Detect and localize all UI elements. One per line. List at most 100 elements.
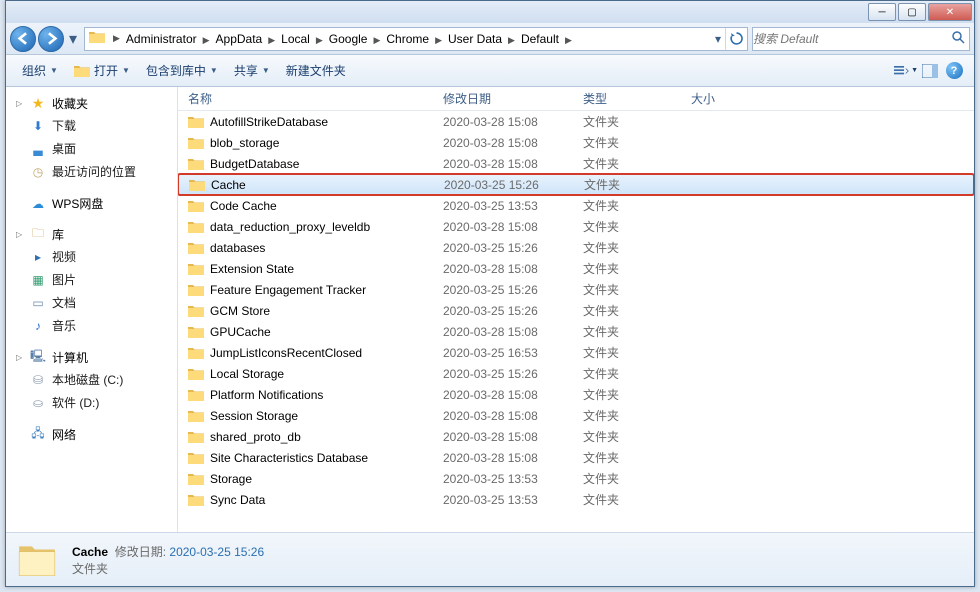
file-name: JumpListIconsRecentClosed	[210, 346, 362, 360]
sidebar-libraries[interactable]: ▷🗀库	[6, 224, 177, 245]
list-item[interactable]: blob_storage2020-03-28 15:08文件夹	[178, 132, 974, 153]
refresh-button[interactable]	[725, 28, 747, 50]
list-item[interactable]: Feature Engagement Tracker2020-03-25 15:…	[178, 279, 974, 300]
open-icon	[74, 63, 90, 79]
sidebar-item-documents[interactable]: ▭文档	[6, 291, 177, 314]
sidebar-item-recent[interactable]: ◷最近访问的位置	[6, 160, 177, 183]
view-options-button[interactable]: ▼	[894, 59, 918, 83]
list-item[interactable]: Storage2020-03-25 13:53文件夹	[178, 468, 974, 489]
address-dropdown[interactable]: ▾	[711, 29, 725, 49]
share-button[interactable]: 共享 ▼	[226, 58, 278, 83]
folder-icon	[188, 388, 204, 402]
list-item[interactable]: AutofillStrikeDatabase2020-03-28 15:08文件…	[178, 111, 974, 132]
history-dropdown[interactable]: ▾	[66, 29, 80, 49]
include-in-library-button[interactable]: 包含到库中 ▼	[138, 58, 226, 83]
video-icon: ▸	[30, 249, 46, 265]
list-item[interactable]: Extension State2020-03-28 15:08文件夹	[178, 258, 974, 279]
forward-button[interactable]	[38, 26, 64, 52]
file-name: blob_storage	[210, 136, 279, 150]
preview-pane-button[interactable]	[918, 59, 942, 83]
file-list[interactable]: AutofillStrikeDatabase2020-03-28 15:08文件…	[178, 111, 974, 532]
breadcrumb-item[interactable]: Google	[325, 32, 372, 46]
help-button[interactable]: ?	[942, 59, 966, 83]
new-folder-button[interactable]: 新建文件夹	[278, 58, 354, 83]
chevron-right-icon[interactable]: ▶	[371, 35, 382, 45]
file-type: 文件夹	[573, 197, 681, 214]
folder-icon	[188, 430, 204, 444]
list-item[interactable]: GPUCache 2020-03-28 15:08文件夹	[178, 321, 974, 342]
folder-icon	[188, 136, 204, 150]
file-type: 文件夹	[573, 218, 681, 235]
breadcrumb-item[interactable]: AppData	[212, 32, 267, 46]
chevron-right-icon[interactable]: ▶	[111, 33, 122, 44]
sidebar-item-downloads[interactable]: ⬇下载	[6, 114, 177, 137]
list-item[interactable]: Site Characteristics Database2020-03-28 …	[178, 447, 974, 468]
sidebar-item-desktop[interactable]: ▃桌面	[6, 137, 177, 160]
breadcrumb-item[interactable]: Administrator	[122, 32, 201, 46]
sidebar-favorites[interactable]: ▷★收藏夹	[6, 93, 177, 114]
list-item[interactable]: Session Storage2020-03-28 15:08文件夹	[178, 405, 974, 426]
back-button[interactable]	[10, 26, 36, 52]
list-item[interactable]: Cache2020-03-25 15:26文件夹	[178, 174, 974, 195]
sidebar-item-disk-c[interactable]: ⛁本地磁盘 (C:)	[6, 368, 177, 391]
music-icon: ♪	[30, 318, 46, 334]
search-box[interactable]	[752, 27, 970, 51]
sidebar-item-pictures[interactable]: ▦图片	[6, 268, 177, 291]
column-type[interactable]: 类型	[573, 90, 681, 107]
list-item[interactable]: data_reduction_proxy_leveldb2020-03-28 1…	[178, 216, 974, 237]
file-date: 2020-03-28 15:08	[433, 430, 573, 444]
list-item[interactable]: Local Storage2020-03-25 15:26文件夹	[178, 363, 974, 384]
folder-icon	[188, 283, 204, 297]
title-bar: ─ ▢ ✕	[6, 1, 974, 23]
folder-icon	[189, 178, 205, 192]
list-item[interactable]: shared_proto_db2020-03-28 15:08文件夹	[178, 426, 974, 447]
sidebar-wps[interactable]: ☁WPS网盘	[6, 193, 177, 214]
chevron-right-icon[interactable]: ▶	[266, 35, 277, 45]
minimize-button[interactable]: ─	[868, 3, 896, 21]
breadcrumb-item[interactable]: Default	[517, 32, 563, 46]
sidebar-computer[interactable]: ▷🖳计算机	[6, 347, 177, 368]
open-button[interactable]: 打开 ▼	[66, 58, 138, 83]
help-icon: ?	[946, 62, 963, 79]
chevron-right-icon[interactable]: ▶	[314, 35, 325, 45]
desktop-icon: ▃	[30, 141, 46, 157]
chevron-right-icon[interactable]: ▶	[563, 35, 574, 45]
sidebar-item-music[interactable]: ♪音乐	[6, 314, 177, 337]
search-icon[interactable]	[947, 31, 969, 47]
breadcrumb-item[interactable]: User Data	[444, 32, 506, 46]
address-bar[interactable]: ▶ Administrator▶AppData▶Local▶Google▶Chr…	[84, 27, 748, 51]
chevron-right-icon[interactable]: ▶	[506, 35, 517, 45]
list-item[interactable]: databases2020-03-25 15:26文件夹	[178, 237, 974, 258]
sidebar-network[interactable]: 🖧网络	[6, 424, 177, 445]
file-name: Extension State	[210, 262, 294, 276]
close-button[interactable]: ✕	[928, 3, 972, 21]
breadcrumb-item[interactable]: Local	[277, 32, 314, 46]
list-item[interactable]: Code Cache2020-03-25 13:53文件夹	[178, 195, 974, 216]
file-type: 文件夹	[573, 323, 681, 340]
list-item[interactable]: Sync Data2020-03-25 13:53文件夹	[178, 489, 974, 510]
file-date: 2020-03-25 13:53	[433, 493, 573, 507]
maximize-button[interactable]: ▢	[898, 3, 926, 21]
file-type: 文件夹	[573, 470, 681, 487]
list-item[interactable]: GCM Store2020-03-25 15:26文件夹	[178, 300, 974, 321]
list-item[interactable]: JumpListIconsRecentClosed2020-03-25 16:5…	[178, 342, 974, 363]
chevron-right-icon[interactable]: ▶	[201, 35, 212, 45]
disk-icon: ⛁	[30, 372, 46, 388]
list-item[interactable]: Platform Notifications2020-03-28 15:08文件…	[178, 384, 974, 405]
column-name[interactable]: 名称	[178, 90, 433, 107]
sidebar-item-videos[interactable]: ▸视频	[6, 245, 177, 268]
details-pane: Cache 修改日期: 2020-03-25 15:26 文件夹	[6, 532, 974, 586]
list-item[interactable]: BudgetDatabase2020-03-28 15:08文件夹	[178, 153, 974, 174]
column-date[interactable]: 修改日期	[433, 90, 573, 107]
file-date: 2020-03-25 15:26	[433, 304, 573, 318]
file-date: 2020-03-28 15:08	[433, 325, 573, 339]
chevron-right-icon[interactable]: ▶	[433, 35, 444, 45]
file-name: GPUCache	[210, 325, 271, 339]
sidebar-item-disk-d[interactable]: ⛀软件 (D:)	[6, 391, 177, 414]
folder-icon	[188, 493, 204, 507]
search-input[interactable]	[753, 32, 947, 46]
breadcrumb-item[interactable]: Chrome	[382, 32, 433, 46]
column-size[interactable]: 大小	[681, 90, 761, 107]
organize-button[interactable]: 组织 ▼	[14, 58, 66, 83]
file-date: 2020-03-25 15:26	[433, 367, 573, 381]
